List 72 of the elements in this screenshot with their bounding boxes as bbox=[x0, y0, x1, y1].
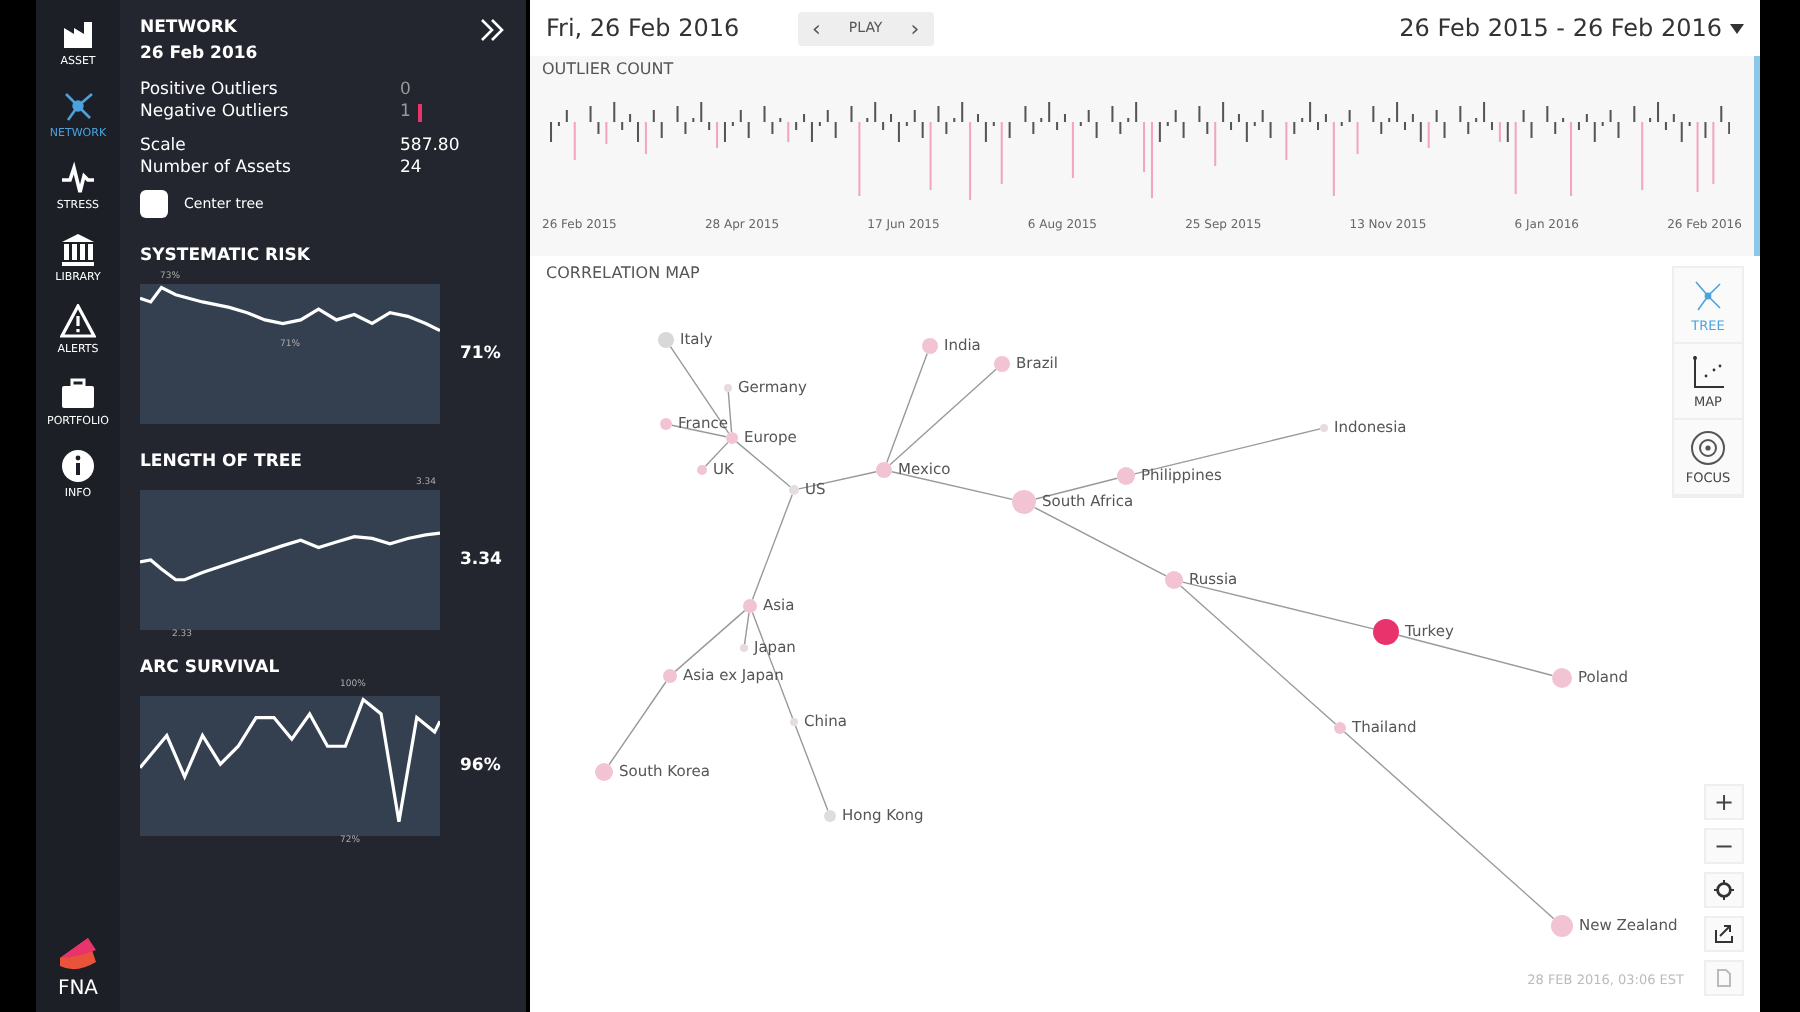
stat-value: 1 bbox=[400, 102, 411, 122]
zoom-out-button[interactable]: − bbox=[1704, 828, 1744, 864]
document-icon bbox=[1714, 968, 1734, 988]
nav-icon bbox=[60, 88, 96, 124]
node-dot[interactable] bbox=[726, 432, 738, 444]
nav-icon bbox=[60, 448, 96, 484]
stat-label: Scale bbox=[140, 136, 188, 156]
node-dot[interactable] bbox=[595, 763, 613, 781]
node-dot[interactable] bbox=[1320, 424, 1328, 432]
collapse-icon[interactable] bbox=[478, 16, 506, 44]
metric-title: ARC SURVIVAL bbox=[140, 658, 280, 678]
edge-line bbox=[608, 681, 667, 766]
section-title: CORRELATION MAP bbox=[546, 264, 700, 282]
nav-icon bbox=[59, 160, 96, 196]
node-dot[interactable] bbox=[789, 485, 799, 495]
node-dot[interactable] bbox=[660, 418, 672, 430]
scatter-icon bbox=[1688, 352, 1728, 392]
node-dot[interactable] bbox=[876, 462, 892, 478]
node-dot[interactable] bbox=[790, 718, 798, 726]
node-dot[interactable] bbox=[922, 338, 938, 354]
stat-value: 587.80 bbox=[400, 136, 460, 156]
recenter-button[interactable] bbox=[1704, 872, 1744, 908]
node-dot[interactable] bbox=[1373, 619, 1399, 645]
share-button[interactable] bbox=[1704, 916, 1744, 952]
edge-line bbox=[794, 725, 829, 812]
date-range-dropdown[interactable]: 26 Feb 2015 - 26 Feb 2016 bbox=[1399, 14, 1744, 42]
metric-value: 96% bbox=[460, 756, 501, 776]
node-dot[interactable] bbox=[724, 384, 732, 392]
edge-line bbox=[751, 493, 793, 601]
section-title: OUTLIER COUNT bbox=[542, 60, 676, 78]
edge-line bbox=[1033, 506, 1167, 577]
edge-line bbox=[891, 471, 1013, 501]
logo-text: FNA bbox=[57, 978, 99, 1000]
node-dot[interactable] bbox=[994, 356, 1010, 372]
stat-value: 0 bbox=[400, 80, 411, 100]
share-icon bbox=[1714, 924, 1734, 944]
node-dot[interactable] bbox=[743, 599, 757, 613]
node-dot[interactable] bbox=[740, 644, 748, 652]
node-dot[interactable] bbox=[1552, 668, 1572, 688]
crosshair-icon bbox=[1714, 880, 1734, 900]
checkbox[interactable] bbox=[140, 190, 168, 218]
node-dot[interactable] bbox=[663, 669, 677, 683]
node-dot[interactable] bbox=[1012, 490, 1036, 514]
metric-value: 71% bbox=[460, 344, 501, 364]
stat-value: 24 bbox=[400, 158, 422, 178]
previous-button[interactable]: ‹ bbox=[798, 11, 835, 45]
current-date: Fri, 26 Feb 2016 bbox=[546, 14, 742, 42]
caret-icon bbox=[1730, 23, 1744, 33]
stat-label: Number of Assets bbox=[140, 158, 293, 178]
metric-title: SYSTEMATIC RISK bbox=[140, 246, 310, 266]
nav-icon bbox=[60, 232, 96, 268]
node-dot[interactable] bbox=[1117, 467, 1135, 485]
metric-title: LENGTH OF TREE bbox=[140, 452, 302, 472]
target-icon bbox=[1688, 428, 1728, 468]
next-button[interactable]: › bbox=[896, 11, 934, 45]
logo-icon bbox=[56, 934, 100, 974]
nav-icon bbox=[59, 304, 96, 340]
metric-value: 3.34 bbox=[460, 550, 502, 570]
zoom-in-button[interactable]: + bbox=[1704, 784, 1744, 820]
nav-icon bbox=[60, 16, 96, 52]
node-dot[interactable] bbox=[1334, 722, 1346, 734]
panel-title: NETWORK bbox=[140, 16, 239, 42]
node-dot[interactable] bbox=[658, 332, 674, 348]
node-dot[interactable] bbox=[1165, 571, 1183, 589]
node-dot[interactable] bbox=[697, 465, 707, 475]
node-dot[interactable] bbox=[1551, 915, 1573, 937]
stat-label: Positive Outliers bbox=[140, 80, 280, 100]
negative-bar bbox=[418, 103, 423, 121]
panel-date: 26 Feb 2016 bbox=[140, 42, 258, 68]
nav-icon bbox=[60, 376, 96, 412]
stat-label: Negative Outliers bbox=[140, 102, 291, 122]
node-dot[interactable] bbox=[824, 810, 836, 822]
